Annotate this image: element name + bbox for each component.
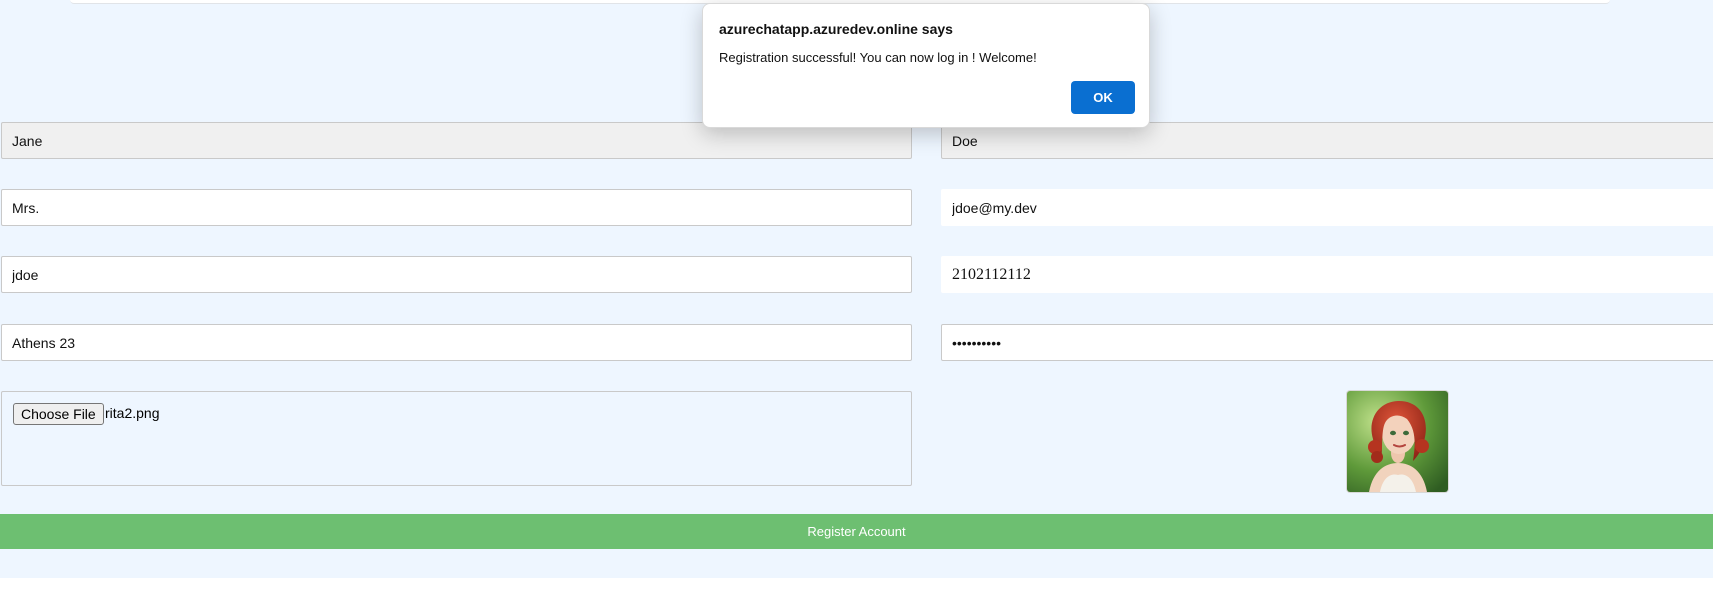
username-field[interactable] — [1, 256, 912, 293]
title-field[interactable] — [1, 189, 912, 226]
address-field[interactable] — [1, 324, 912, 361]
email-field[interactable] — [941, 189, 1713, 226]
selected-file-name: rita2.png — [105, 405, 160, 421]
file-upload-box: Choose File rita2.png — [1, 391, 912, 486]
choose-file-button[interactable]: Choose File — [13, 403, 104, 425]
password-field[interactable] — [941, 324, 1713, 361]
dialog-message: Registration successful! You can now log… — [719, 50, 1037, 65]
avatar-image — [1347, 391, 1448, 492]
ok-button[interactable]: OK — [1071, 81, 1135, 114]
phone-field[interactable] — [941, 256, 1713, 293]
dialog-title: azurechatapp.azuredev.online says — [719, 21, 953, 37]
register-account-button[interactable]: Register Account — [0, 514, 1713, 549]
avatar-preview — [1347, 391, 1448, 492]
alert-dialog: azurechatapp.azuredev.online says Regist… — [702, 3, 1150, 128]
registration-page: Choose File rita2.png — [0, 0, 1713, 578]
